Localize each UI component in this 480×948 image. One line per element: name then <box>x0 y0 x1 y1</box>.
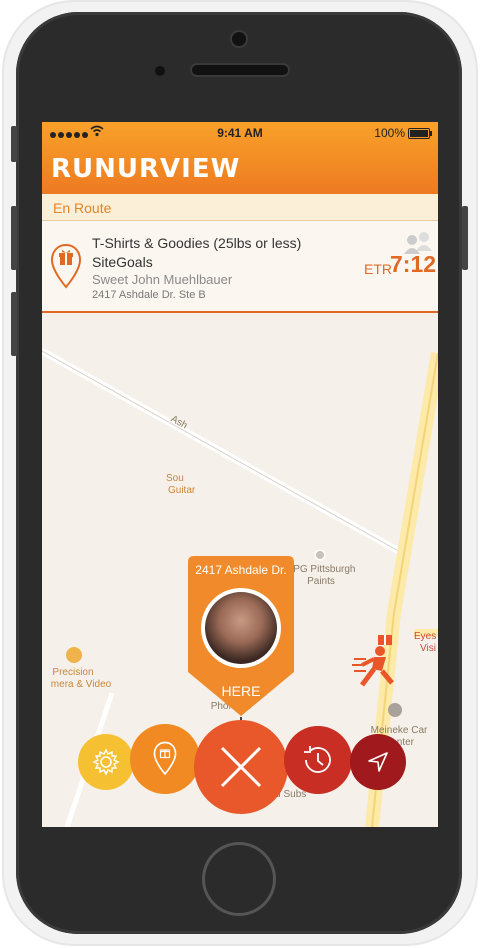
pin-address: 2417 Ashdale Dr. <box>195 563 287 577</box>
car-service-icon <box>388 703 402 717</box>
sound-label-2: Guitar <box>168 485 196 496</box>
app-screen: 9:41 AM 100% RUNURVIEW En Route T-Shirts… <box>42 122 438 827</box>
cancel-button[interactable] <box>194 720 288 814</box>
battery-icon <box>408 128 432 139</box>
pin-bubble: 2417 Ashdale Dr. HERE <box>188 556 294 718</box>
mute-switch <box>11 126 17 162</box>
delivery-address: 2417 Ashdale Dr. Ste B <box>92 289 206 301</box>
history-icon <box>304 746 331 773</box>
recipient-avatar <box>201 588 281 668</box>
gift-pin-icon <box>153 741 177 776</box>
earpiece-speaker <box>192 65 288 75</box>
gift-pin-icon <box>50 243 82 289</box>
app-logo: RUNURVIEW <box>51 154 241 184</box>
status-bar: 9:41 AM 100% <box>42 122 438 144</box>
delivery-status: En Route <box>53 200 112 216</box>
etr-label: ETR <box>364 261 392 277</box>
action-bar <box>42 720 438 827</box>
navigate-button[interactable] <box>350 734 406 790</box>
app-header: 9:41 AM 100% RUNURVIEW <box>42 122 438 194</box>
eyes-label-1: Eyes <box>414 631 437 642</box>
courier-runner-icon <box>352 635 394 687</box>
home-button[interactable] <box>202 842 276 916</box>
delivery-pin-button[interactable] <box>130 724 200 794</box>
delivery-item: T-Shirts & Goodies (25lbs or less) <box>92 235 302 251</box>
precision-label-2: mera & Video <box>50 679 112 690</box>
front-camera <box>232 32 246 46</box>
pin-here-label: HERE <box>221 683 261 699</box>
volume-up-button <box>11 206 17 270</box>
shop-icon <box>66 647 82 663</box>
delivery-status-bar: En Route <box>42 194 438 221</box>
volume-down-button <box>11 292 17 356</box>
etr-value: 7:12 <box>390 251 437 277</box>
delivery-company: SiteGoals <box>92 254 153 270</box>
sound-label-1: Sou <box>166 473 184 484</box>
precision-label-1: Precision <box>52 667 94 678</box>
settings-button[interactable] <box>78 734 134 790</box>
delivery-card[interactable]: T-Shirts & Goodies (25lbs or less) SiteG… <box>42 221 438 313</box>
delivery-recipient: Sweet John Muehlbauer <box>92 272 233 287</box>
location-arrow-icon <box>368 752 388 772</box>
battery-percent: 100% <box>374 126 405 140</box>
power-button <box>462 206 468 270</box>
history-button[interactable] <box>284 726 352 794</box>
close-icon <box>220 746 262 788</box>
poi-dot-icon <box>314 549 326 561</box>
eyes-label-2: Visi <box>420 643 436 654</box>
gear-icon <box>92 748 120 776</box>
proximity-sensor <box>155 66 165 76</box>
